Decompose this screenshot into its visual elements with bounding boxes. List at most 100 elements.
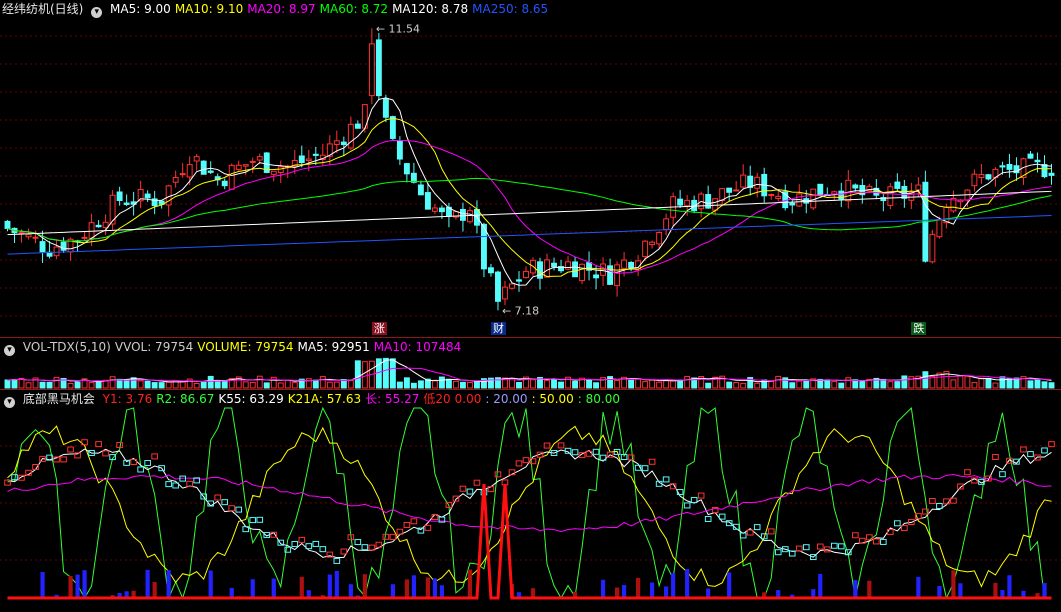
signal-bar — [334, 571, 339, 598]
volume-bar — [116, 378, 123, 389]
volume-bar — [417, 380, 424, 389]
volume-bar — [459, 381, 466, 389]
price-chart[interactable]: ← 11.54 ← 7.18 — [0, 0, 1061, 337]
candle — [123, 202, 130, 205]
candle — [649, 241, 656, 246]
step-box — [683, 502, 691, 509]
step-box — [459, 485, 467, 492]
candle — [32, 236, 39, 239]
candle — [565, 261, 571, 270]
volume-bar — [789, 382, 796, 389]
signal-bar — [75, 574, 80, 598]
step-box — [144, 460, 151, 467]
step-box — [522, 457, 530, 464]
volume-bar — [838, 382, 845, 389]
signal-bar — [951, 570, 956, 598]
candle — [256, 156, 263, 161]
volume-bar — [1048, 382, 1055, 389]
volume-indicator-list: VOL-TDX(5,10) VVOL: 79754 VOLUME: 79754 MA5… — [23, 340, 465, 354]
volume-bar — [137, 380, 144, 389]
oscillator-indicator-8: : 50.00 — [531, 392, 574, 406]
oscillator-indicator-4: 长: 55.27 — [365, 392, 420, 406]
candle — [887, 186, 894, 206]
candle — [396, 140, 403, 160]
candle — [18, 232, 25, 235]
event-marker[interactable]: 跌 — [911, 322, 927, 335]
volume-bar — [740, 382, 747, 389]
step-box — [221, 499, 229, 506]
step-box — [424, 524, 432, 531]
ma250-line — [7, 215, 1052, 255]
volume-bar — [312, 379, 319, 389]
candle — [277, 166, 284, 173]
step-box — [873, 538, 880, 545]
collapse-icon[interactable]: ▾ — [4, 345, 15, 356]
event-marker[interactable]: 财 — [490, 322, 506, 335]
candle — [102, 221, 109, 229]
candle — [978, 174, 985, 179]
candle — [95, 224, 102, 228]
step-box — [852, 532, 859, 539]
signal-bar — [916, 576, 921, 598]
candle — [333, 140, 340, 145]
volume-bar — [109, 376, 116, 389]
candle — [116, 191, 123, 201]
signal-bar — [362, 574, 367, 598]
step-box — [312, 540, 320, 547]
step-box — [333, 557, 341, 564]
volume-indicator-3: MA5: 92951 — [297, 340, 370, 354]
oscillator-indicator-6: 0.00 — [454, 392, 482, 406]
signal-bar — [467, 569, 473, 598]
volume-bar — [179, 380, 186, 389]
signal-bar — [348, 584, 353, 598]
candle — [200, 160, 207, 175]
candle — [88, 222, 95, 239]
candle — [172, 176, 179, 183]
step-box — [704, 515, 712, 522]
volume-bar — [593, 382, 600, 389]
oscillator-chart[interactable] — [0, 390, 1061, 612]
candle — [249, 160, 256, 163]
signal-bar — [727, 572, 732, 598]
volume-bar — [1006, 377, 1013, 389]
volume-bar — [803, 380, 810, 389]
step-box — [697, 492, 705, 499]
step-box — [165, 481, 172, 488]
candle — [193, 156, 200, 162]
volume-bar — [221, 379, 228, 389]
candle — [242, 164, 249, 167]
event-marker[interactable]: 涨 — [371, 322, 387, 335]
signal-bar — [853, 580, 858, 598]
signal-bar — [152, 582, 157, 598]
candle — [663, 218, 670, 230]
candle — [1041, 164, 1048, 178]
candle — [389, 116, 396, 139]
volume-bar — [25, 382, 32, 389]
volume-bar — [607, 376, 614, 389]
collapse-icon[interactable]: ▾ — [4, 397, 15, 408]
signal-bar — [327, 574, 332, 598]
oscillator-indicator-3: K21A: 57.63 — [287, 392, 362, 406]
candle — [551, 262, 557, 268]
signal-bar — [818, 573, 823, 598]
volume-bar — [207, 375, 214, 389]
volume-bar — [558, 381, 564, 389]
volume-bar — [642, 381, 649, 389]
candle — [544, 259, 550, 278]
candle — [768, 194, 775, 197]
volume-bar — [123, 379, 130, 389]
candle — [740, 174, 747, 188]
oscillator-indicator-1: R2: 86.67 — [156, 392, 215, 406]
candle — [25, 233, 32, 238]
volume-bar — [466, 381, 473, 389]
candle — [340, 141, 347, 146]
volume-bar — [88, 382, 95, 389]
volume-bar — [670, 379, 677, 389]
signal-bar — [993, 582, 998, 598]
volume-bar — [908, 376, 915, 389]
step-box — [249, 517, 257, 524]
step-box — [102, 450, 109, 457]
volume-bar — [516, 381, 522, 389]
volume-bar — [445, 378, 452, 389]
oscillator-indicator-list: Y1: 3.76 R2: 86.67 K55: 63.29 K21A: 57.63 长:… — [103, 392, 624, 406]
